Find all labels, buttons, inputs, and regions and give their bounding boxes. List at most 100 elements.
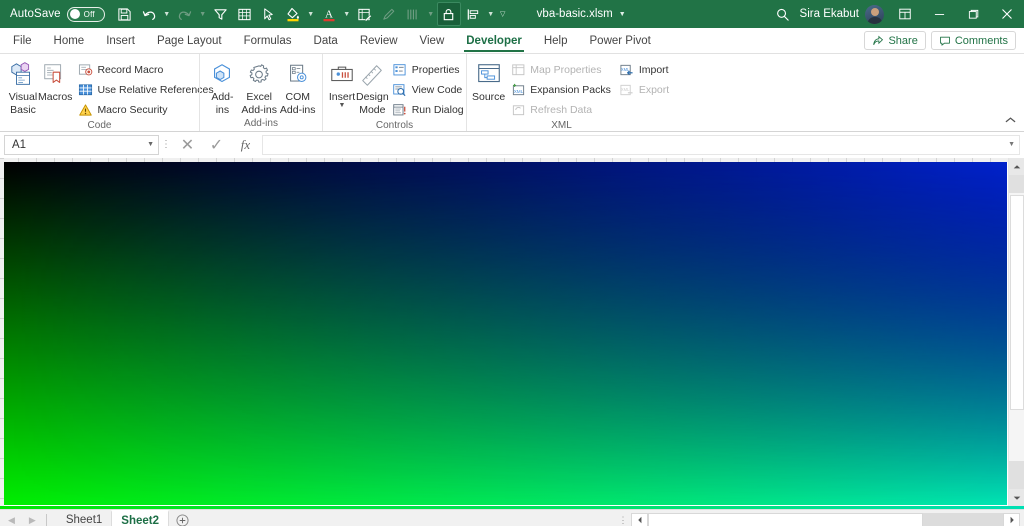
name-box-caret[interactable]: ▼ [147,141,154,148]
tab-developer[interactable]: Developer [455,28,533,53]
font-color-icon[interactable]: A [317,2,341,26]
insert-control-button[interactable]: Insert ▼ [328,57,356,109]
pointer-icon[interactable] [257,2,281,26]
sheet-tab-sheet2[interactable]: Sheet2 [111,509,170,526]
record-macro-label: Record Macro [97,64,164,76]
undo-icon[interactable] [137,2,161,26]
tab-view[interactable]: View [409,28,456,53]
format-icon[interactable] [353,2,377,26]
tab-file[interactable]: File [0,28,43,53]
lock-icon[interactable] [436,2,461,26]
scroll-left-button[interactable] [631,512,648,526]
expand-formula-bar-caret[interactable]: ▼ [1008,141,1015,148]
tab-power-pivot[interactable]: Power Pivot [579,28,662,53]
qat-customize-caret[interactable]: ▽ [497,2,509,26]
tab-formulas[interactable]: Formulas [233,28,303,53]
record-macro-button[interactable]: Record Macro [74,61,216,79]
tab-home[interactable]: Home [43,28,96,53]
share-label: Share [888,34,918,47]
visual-basic-button[interactable]: Visual Basic [8,57,38,116]
com-addins-icon [284,60,312,90]
maximize-button[interactable] [956,0,990,28]
undo-dropdown-caret[interactable]: ▼ [161,2,173,26]
insert-function-icon[interactable]: fx [231,134,260,156]
expansion-packs-button[interactable]: XML Expansion Packs [507,81,614,99]
autosave-toggle[interactable]: Off [66,6,105,22]
sheet-nav-arrows[interactable]: ◀ ▶ [0,515,36,526]
share-button[interactable]: Share [864,31,926,50]
formula-bar-grip[interactable]: ⋮ [159,139,173,150]
view-code-button[interactable]: View Code [389,81,467,99]
horizontal-scrollbar[interactable] [631,512,1020,526]
com-addins-label-line1: COM [285,91,310,103]
scroll-down-button[interactable] [1008,489,1024,506]
xml-source-icon [474,60,504,90]
tab-help[interactable]: Help [533,28,579,53]
insert-control-caret[interactable]: ▼ [339,102,346,109]
save-icon[interactable] [113,2,137,26]
formula-input[interactable]: ▼ [262,134,1020,155]
vertical-scrollbar[interactable] [1008,158,1024,506]
sheet-nav-previous-icon[interactable]: ◀ [8,515,15,526]
avatar[interactable] [865,4,884,24]
use-relative-references-button[interactable]: Use Relative References [74,81,216,99]
document-title: vba-basic.xlsm [536,8,613,20]
expansion-packs-icon: XML [510,82,526,98]
close-button[interactable] [990,0,1024,28]
com-addins-button[interactable]: COM Add-ins [278,57,317,116]
ribbon-group-addins: Add- ins Excel Add-ins COM Add-ins Add-i… [199,54,322,131]
macros-button[interactable]: Macros [38,57,72,103]
horizontal-scrollbar-thumb[interactable] [648,512,923,526]
autosave-control[interactable]: AutoSave Off [0,6,105,22]
document-title-caret[interactable]: ▼ [619,11,626,18]
properties-button[interactable]: Properties [389,61,467,79]
enter-formula-icon[interactable]: ✓ [202,134,231,156]
design-mode-button[interactable]: Design Mode [356,57,389,116]
addins-icon [208,60,236,90]
minimize-button[interactable] [922,0,956,28]
font-color-dropdown-caret[interactable]: ▼ [341,2,353,26]
gradient-image[interactable] [4,162,1007,505]
tab-data[interactable]: Data [303,28,349,53]
comments-button[interactable]: Comments [930,31,1016,50]
horizontal-scrollbar-grip[interactable]: ⋮ [615,515,631,526]
name-box[interactable]: A1 ▼ [4,134,159,155]
align-icon[interactable] [461,2,485,26]
fill-color-icon[interactable] [281,2,305,26]
source-button[interactable]: Source [472,57,505,103]
vertical-scrollbar-thumb[interactable] [1009,195,1024,410]
document-title-group[interactable]: vba-basic.xlsm ▼ [537,8,626,20]
align-dropdown-caret[interactable]: ▼ [485,2,497,26]
sheet-nav-next-icon[interactable]: ▶ [29,515,36,526]
ribbon-display-options-icon[interactable] [888,0,922,28]
addins-button[interactable]: Add- ins [205,57,240,116]
tab-insert[interactable]: Insert [95,28,146,53]
scroll-right-button[interactable] [1003,512,1020,526]
sheet-tab-sheet1[interactable]: Sheet1 [57,510,111,526]
horizontal-scrollbar-track[interactable] [648,512,1003,526]
tab-page-layout[interactable]: Page Layout [146,28,233,53]
import-button[interactable]: XML Import [616,61,672,79]
scroll-up-button[interactable] [1008,158,1024,175]
search-icon[interactable] [766,0,800,28]
view-code-label: View Code [411,84,463,96]
worksheet-grid[interactable] [0,158,1024,506]
add-sheet-button[interactable] [169,513,195,526]
insert-control-icon [328,60,356,90]
filter-icon[interactable] [209,2,233,26]
pencil-icon [377,2,401,26]
cancel-formula-icon[interactable]: ✕ [173,134,202,156]
excel-addins-button[interactable]: Excel Add-ins [240,57,279,116]
tab-review[interactable]: Review [349,28,409,53]
table-icon[interactable] [233,2,257,26]
source-label: Source [472,91,506,103]
fill-color-dropdown-caret[interactable]: ▼ [305,2,317,26]
design-mode-label-line2: Mode [359,104,386,116]
ribbon-group-controls: Insert ▼ Design Mode Properties View Cod… [322,54,466,131]
collapse-ribbon-icon[interactable] [1002,113,1018,127]
macro-security-button[interactable]: Macro Security [74,101,216,119]
run-dialog-button[interactable]: Run Dialog [389,101,467,119]
vertical-scrollbar-track[interactable] [1008,175,1024,489]
account-name[interactable]: Sira Ekabut [800,8,865,20]
view-code-icon [392,82,408,98]
